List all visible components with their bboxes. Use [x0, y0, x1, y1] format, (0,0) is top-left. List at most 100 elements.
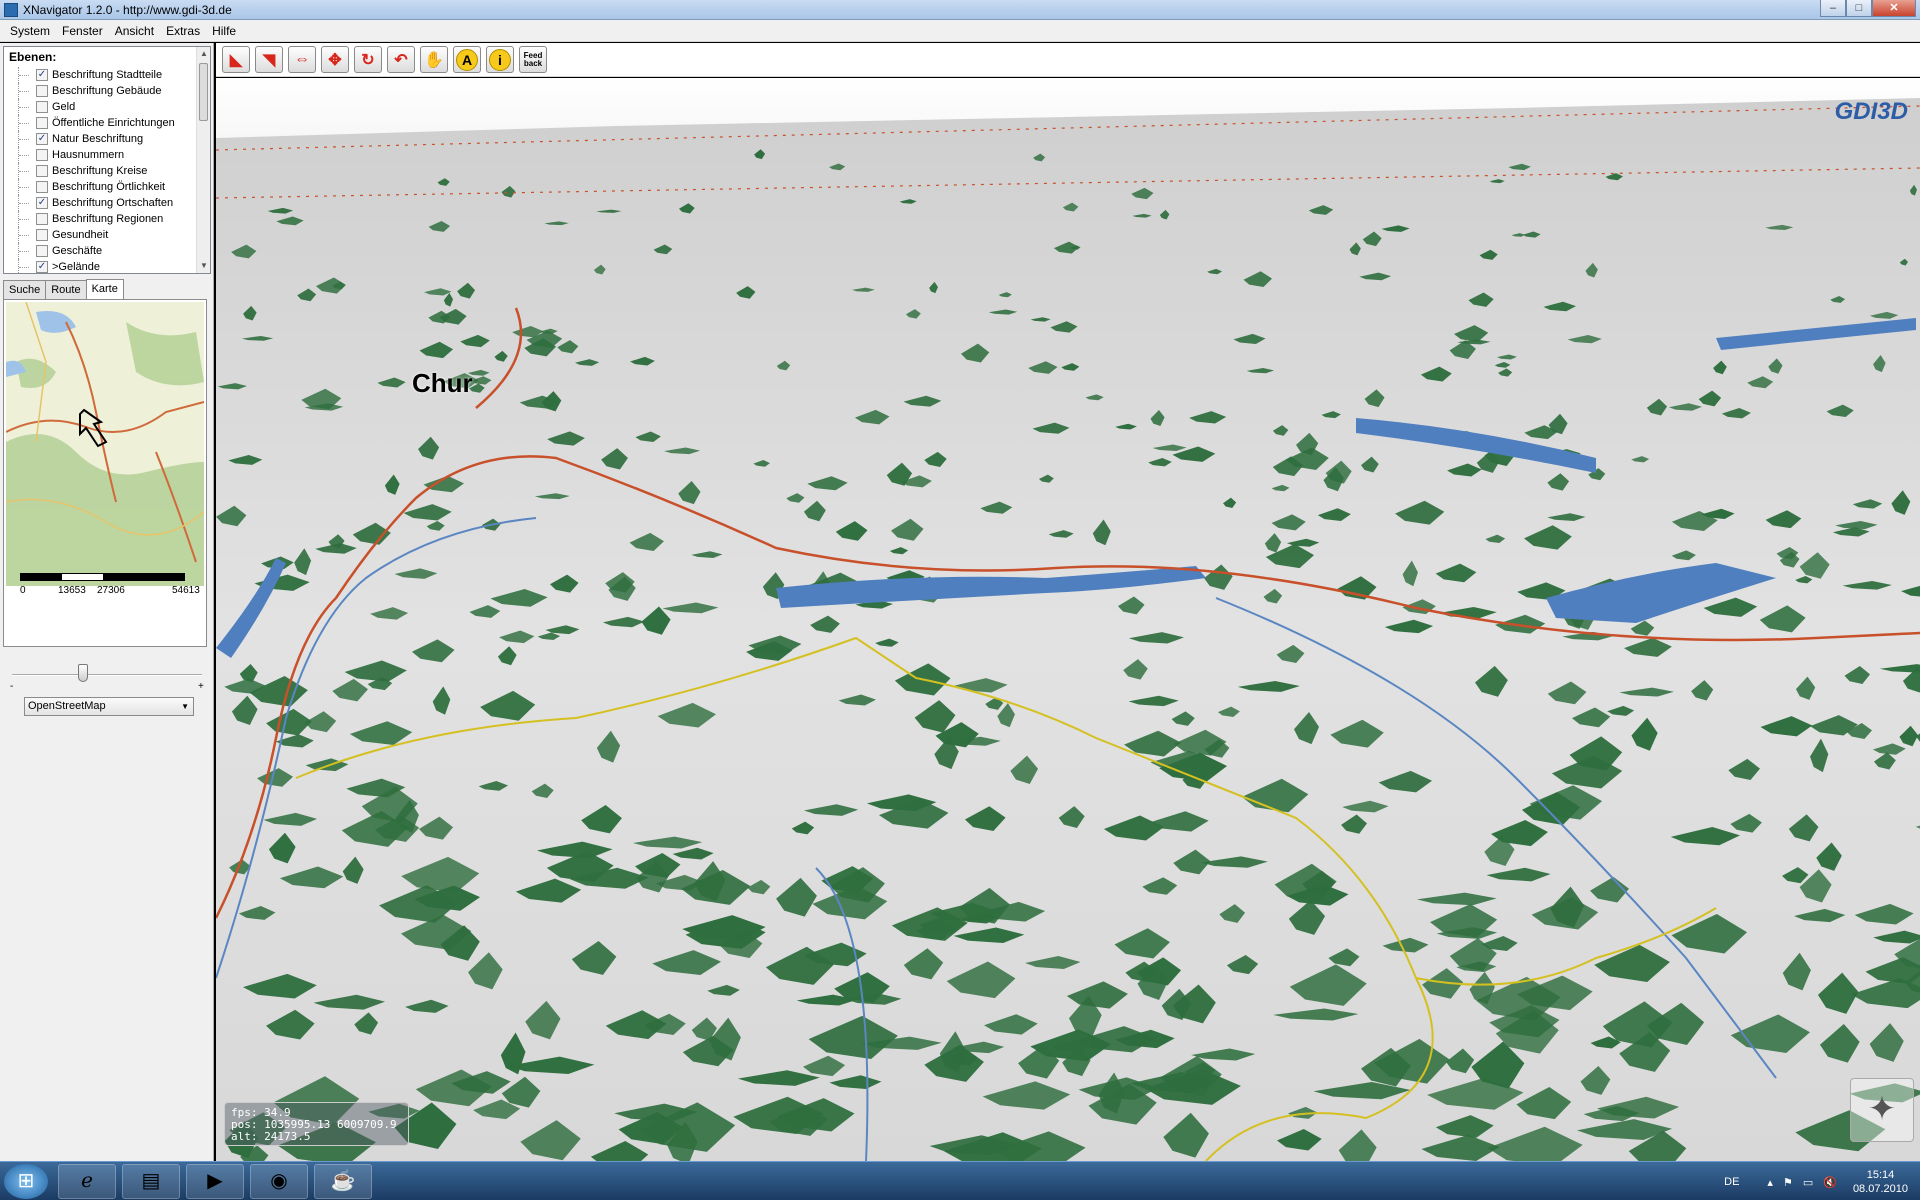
tree-connector: [18, 243, 30, 259]
layer-label: Gesundheit: [52, 229, 109, 241]
3d-viewport[interactable]: Chur GDI3D fps: 34.9 pos: 1035995.13 600…: [216, 78, 1920, 1161]
chevron-down-icon: ▼: [181, 702, 189, 711]
rotate-left-button[interactable]: ◣: [222, 46, 250, 73]
layer-row[interactable]: Geschäfte: [4, 243, 210, 259]
map-source-value: OpenStreetMap: [28, 700, 106, 712]
info-button[interactable]: i: [486, 46, 514, 73]
layer-row[interactable]: Beschriftung Kreise: [4, 163, 210, 179]
app-icon: [4, 2, 18, 17]
layer-checkbox[interactable]: ✓: [36, 261, 48, 273]
volume-muted-icon[interactable]: 🔇: [1823, 1176, 1837, 1189]
menu-fenster[interactable]: Fenster: [56, 24, 109, 38]
minimize-button[interactable]: –: [1820, 0, 1846, 17]
layer-checkbox[interactable]: [36, 229, 48, 241]
tree-connector: [18, 147, 30, 163]
layer-label: Beschriftung Regionen: [52, 213, 164, 225]
layer-label: Beschriftung Gebäude: [52, 85, 162, 97]
menu-ansicht[interactable]: Ansicht: [109, 24, 160, 38]
layer-checkbox[interactable]: [36, 101, 48, 113]
layer-checkbox[interactable]: ✓: [36, 197, 48, 209]
explorer-icon[interactable]: ▤: [122, 1164, 180, 1199]
tree-connector: [18, 67, 30, 83]
layer-row[interactable]: ✓ Beschriftung Ortschaften: [4, 195, 210, 211]
ie-icon[interactable]: ℯ: [58, 1164, 116, 1199]
layer-checkbox[interactable]: [36, 213, 48, 225]
gdi3d-logo-text: GDI3D: [1834, 98, 1908, 125]
clock-date: 08.07.2010: [1852, 1183, 1908, 1195]
language-indicator[interactable]: DE: [1724, 1176, 1739, 1188]
layer-row[interactable]: Beschriftung Gebäude: [4, 83, 210, 99]
terrain-render[interactable]: [216, 78, 1920, 1161]
firefox-icon[interactable]: ◉: [250, 1164, 308, 1199]
tab-suche[interactable]: Suche: [3, 280, 47, 299]
layer-checkbox[interactable]: ✓: [36, 133, 48, 145]
layer-checkbox[interactable]: [36, 245, 48, 257]
overview-map-image[interactable]: [6, 302, 204, 586]
scale-label-3: 54613: [172, 585, 200, 596]
pan-vertical-button[interactable]: ✥: [321, 46, 349, 73]
layer-row[interactable]: Beschriftung Regionen: [4, 211, 210, 227]
layer-list: ✓ Beschriftung Stadtteile Beschriftung Geb…: [4, 67, 210, 273]
layer-checkbox[interactable]: [36, 117, 48, 129]
map-source-select[interactable]: OpenStreetMap ▼: [24, 697, 194, 716]
annotate-button[interactable]: A: [453, 46, 481, 73]
tree-connector: [18, 211, 30, 227]
title-bar: XNavigator 1.2.0 - http://www.gdi-3d.de …: [0, 0, 1920, 20]
compass-icon[interactable]: ✦: [1850, 1078, 1914, 1142]
altitude-readout: alt: 24173.5: [231, 1130, 311, 1143]
zoom-slider-knob[interactable]: [78, 664, 88, 682]
layer-checkbox[interactable]: ✓: [36, 69, 48, 81]
scroll-up-icon[interactable]: ▲: [197, 47, 210, 61]
menu-extras[interactable]: Extras: [160, 24, 206, 38]
layer-row[interactable]: ✓ Natur Beschriftung: [4, 131, 210, 147]
tree-connector: [18, 163, 30, 179]
pan-horizontal-button[interactable]: ⇔: [288, 46, 316, 73]
tree-connector: [18, 115, 30, 131]
scroll-thumb[interactable]: [199, 63, 208, 121]
network-icon[interactable]: ▭: [1803, 1176, 1813, 1189]
zoom-minus-label: -: [10, 681, 14, 692]
gdi3d-logo: GDI3D: [1835, 98, 1908, 126]
tree-connector: [18, 227, 30, 243]
clock[interactable]: 15:14 08.07.2010: [1853, 1168, 1908, 1196]
layer-row[interactable]: Öffentliche Einrichtungen: [4, 115, 210, 131]
scroll-down-icon[interactable]: ▼: [197, 259, 210, 273]
layer-label: Hausnummern: [52, 149, 125, 161]
zoom-slider[interactable]: - +: [10, 662, 206, 692]
layer-row[interactable]: ✓ >Gelände: [4, 259, 210, 273]
maximize-button[interactable]: □: [1846, 0, 1872, 17]
start-button[interactable]: ⊞: [4, 1164, 48, 1199]
layer-row[interactable]: Gesundheit: [4, 227, 210, 243]
scale-label-2: 27306: [97, 585, 125, 596]
tab-karte[interactable]: Karte: [85, 279, 124, 299]
hand-tool-button[interactable]: ✋: [420, 46, 448, 73]
layers-scrollbar[interactable]: ▲ ▼: [196, 47, 210, 273]
undo-button[interactable]: ↶: [387, 46, 415, 73]
layer-row[interactable]: Beschriftung Örtlichkeit: [4, 179, 210, 195]
feedback-button[interactable]: Feed back: [519, 46, 547, 73]
flag-icon[interactable]: ⚑: [1783, 1176, 1793, 1189]
media-player-icon[interactable]: ▶: [186, 1164, 244, 1199]
tree-connector: [18, 259, 30, 273]
layer-checkbox[interactable]: [36, 165, 48, 177]
layer-label: Beschriftung Ortschaften: [52, 197, 174, 209]
layer-checkbox[interactable]: [36, 85, 48, 97]
close-button[interactable]: ✕: [1872, 0, 1916, 17]
render-stats: fps: 34.9 pos: 1035995.13 6009709.9 alt:…: [224, 1102, 409, 1146]
zoom-slider-track[interactable]: [12, 674, 202, 676]
layer-row[interactable]: ✓ Beschriftung Stadtteile: [4, 67, 210, 83]
clock-time: 15:14: [1866, 1169, 1895, 1181]
tab-route[interactable]: Route: [45, 280, 87, 299]
layer-row[interactable]: Geld: [4, 99, 210, 115]
tray-expand-icon[interactable]: ▴: [1767, 1176, 1773, 1189]
menu-bar: System Fenster Ansicht Extras Hilfe: [0, 20, 1920, 42]
annotate-icon: A: [456, 48, 478, 71]
reset-view-button[interactable]: ↻: [354, 46, 382, 73]
menu-system[interactable]: System: [4, 24, 56, 38]
layer-checkbox[interactable]: [36, 149, 48, 161]
layer-checkbox[interactable]: [36, 181, 48, 193]
layer-row[interactable]: Hausnummern: [4, 147, 210, 163]
java-icon[interactable]: ☕: [314, 1164, 372, 1199]
menu-hilfe[interactable]: Hilfe: [206, 24, 242, 38]
tilt-button[interactable]: ◥: [255, 46, 283, 73]
